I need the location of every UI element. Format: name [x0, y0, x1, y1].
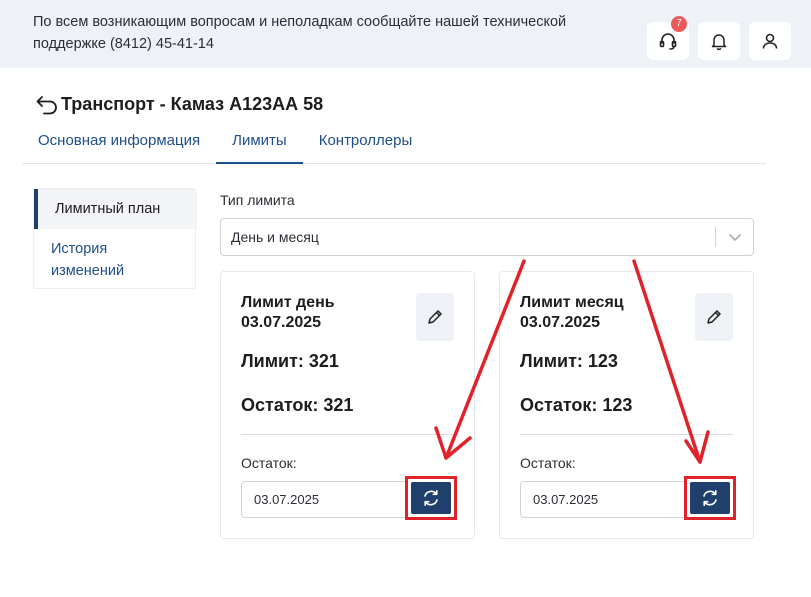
- select-separator: [715, 227, 716, 247]
- card-rest-value: Остаток: 321: [241, 395, 354, 415]
- side-item-limit-plan[interactable]: Лимитный план: [34, 189, 197, 229]
- side-menu: Лимитный план История изменений: [33, 188, 197, 289]
- card-rest-value: Остаток: 123: [520, 395, 633, 415]
- card-divider: [241, 434, 454, 435]
- pencil-icon: [707, 310, 721, 324]
- back-arrow-icon[interactable]: [35, 93, 59, 115]
- profile-button[interactable]: [749, 22, 791, 60]
- card-divider: [520, 434, 733, 435]
- card-limit-value: Лимит: 123: [520, 351, 618, 371]
- card-title: Лимит день 03.07.2025: [241, 294, 335, 331]
- card-limit-value: Лимит: 321: [241, 351, 339, 371]
- limit-type-select[interactable]: День и месяц: [220, 218, 754, 256]
- refresh-icon: [703, 490, 717, 506]
- support-notice: По всем возникающим вопросам и неполадка…: [33, 14, 567, 52]
- tab-limits[interactable]: Лимиты: [216, 122, 303, 164]
- support-badge: 7: [671, 16, 687, 32]
- limit-type-label: Тип лимита: [220, 192, 295, 208]
- side-item-history[interactable]: История изменений: [51, 238, 181, 282]
- rest-input-label: Остаток:: [520, 455, 576, 471]
- refresh-icon: [424, 490, 438, 506]
- edit-button[interactable]: [416, 293, 454, 341]
- page-title: Транспорт - Камаз А123АА 58: [61, 93, 324, 114]
- tab-main-info[interactable]: Основная информация: [22, 122, 216, 164]
- tabs: Основная информация Лимиты Контроллеры: [22, 122, 766, 164]
- annotation-highlight-box: [684, 476, 736, 520]
- pencil-icon: [428, 310, 442, 324]
- chevron-down-icon[interactable]: [727, 229, 743, 245]
- headset-icon: [659, 33, 677, 50]
- rest-input-label: Остаток:: [241, 455, 297, 471]
- refresh-button[interactable]: [690, 482, 730, 514]
- rest-date-input[interactable]: [520, 481, 688, 518]
- bell-icon: [711, 34, 727, 51]
- user-icon: [762, 33, 778, 49]
- card-title: Лимит месяц 03.07.2025: [520, 294, 624, 331]
- top-bar: По всем возникающим вопросам и неполадка…: [0, 0, 811, 68]
- title-row: Транспорт - Камаз А123АА 58: [35, 92, 323, 116]
- edit-button[interactable]: [695, 293, 733, 341]
- refresh-button[interactable]: [411, 482, 451, 514]
- support-button[interactable]: 7: [647, 16, 689, 60]
- limit-card-month: Лимит месяц 03.07.2025 Лимит: 123 Остато…: [499, 271, 754, 539]
- tab-controllers[interactable]: Контроллеры: [303, 122, 429, 164]
- rest-date-input[interactable]: [241, 481, 409, 518]
- limit-type-value: День и месяц: [231, 229, 319, 245]
- notifications-button[interactable]: [698, 22, 740, 60]
- annotation-highlight-box: [405, 476, 457, 520]
- limit-card-day: Лимит день 03.07.2025 Лимит: 321 Остаток…: [220, 271, 475, 539]
